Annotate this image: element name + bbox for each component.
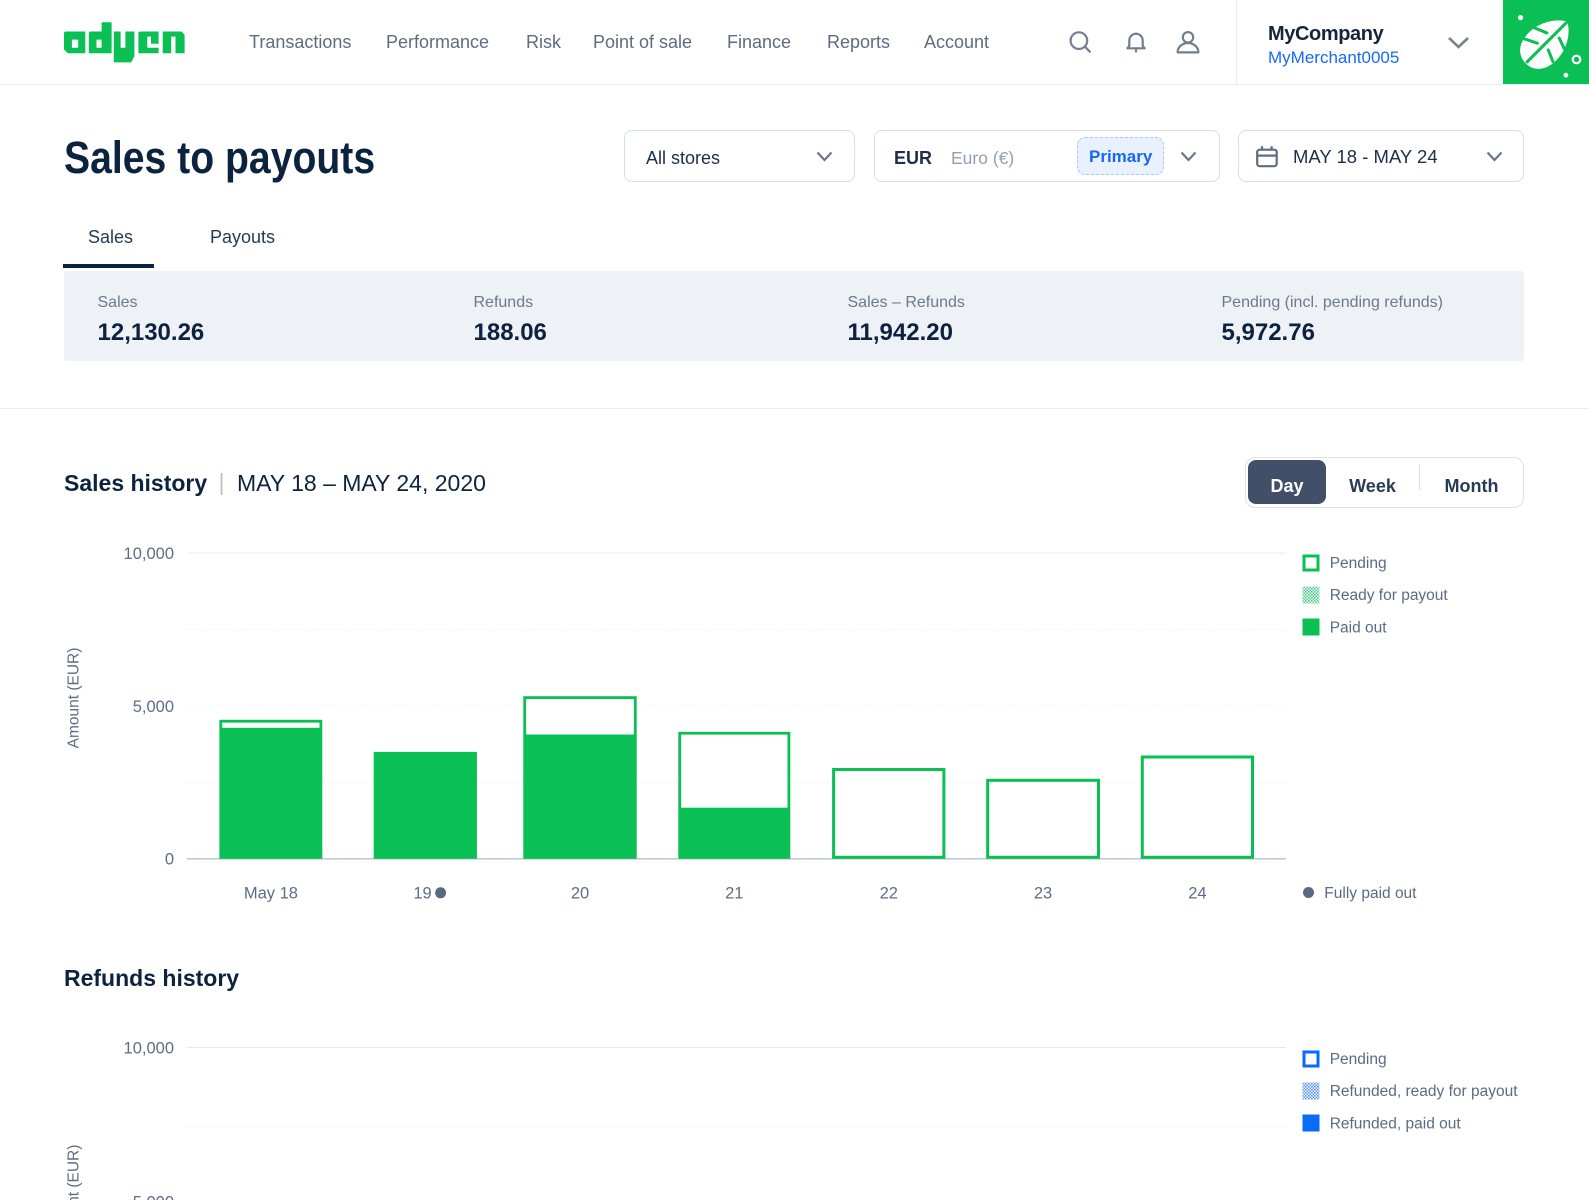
svg-text:Refunded, ready for payout: Refunded, ready for payout [1330,1083,1519,1100]
svg-text:Amount (EUR): Amount (EUR) [66,648,83,749]
svg-text:Pending: Pending [1330,1051,1387,1068]
svg-text:20: 20 [571,885,589,903]
svg-text:10,000: 10,000 [124,1039,174,1057]
svg-text:24: 24 [1188,885,1206,903]
svg-text:10,000: 10,000 [124,545,174,563]
svg-text:5,000: 5,000 [133,698,174,716]
svg-text:Pending: Pending [1330,555,1387,572]
svg-text:21: 21 [725,885,743,903]
svg-text:Amount (EUR): Amount (EUR) [66,1145,83,1200]
svg-text:22: 22 [880,885,898,903]
svg-text:May 18: May 18 [244,885,298,903]
svg-text:19: 19 [413,885,431,903]
svg-text:Paid out: Paid out [1330,619,1388,636]
svg-text:Refunded, paid out: Refunded, paid out [1330,1115,1462,1132]
svg-text:Fully paid out: Fully paid out [1324,885,1417,902]
svg-text:23: 23 [1034,885,1052,903]
svg-text:5,000: 5,000 [133,1193,174,1200]
svg-text:Ready for payout: Ready for payout [1330,587,1449,604]
svg-text:0: 0 [165,851,174,869]
